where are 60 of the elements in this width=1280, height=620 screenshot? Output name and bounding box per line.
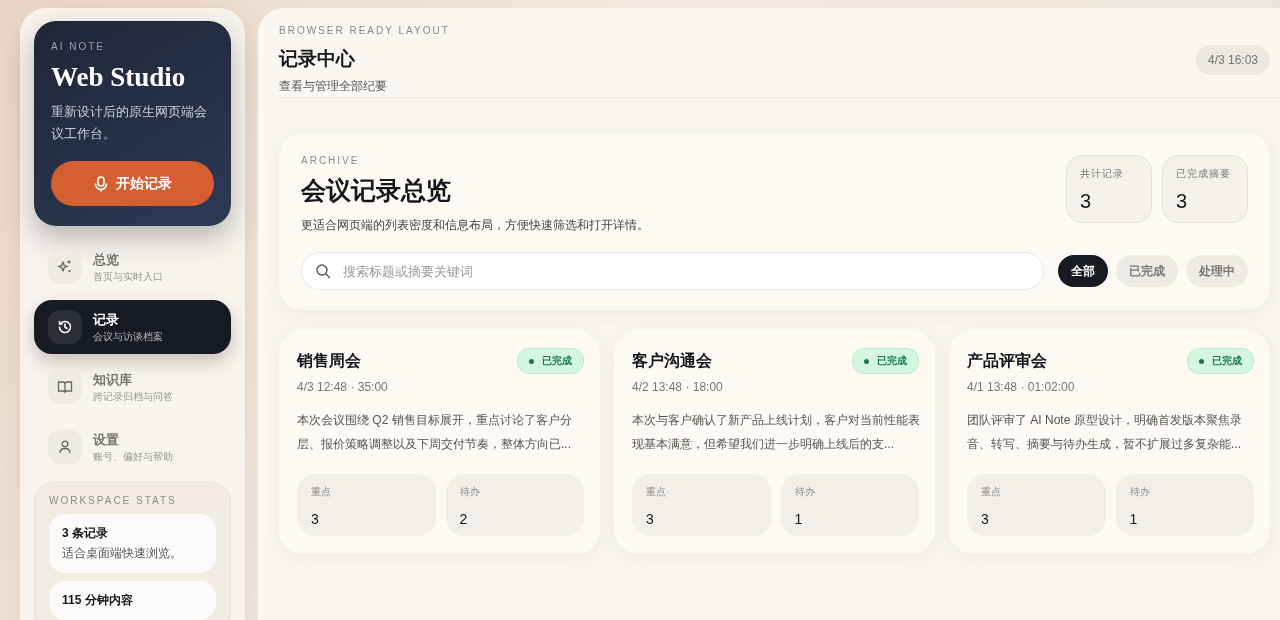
record-summary: 本次会议围绕 Q2 销售目标展开，重点讨论了客户分层、报价策略调整以及下周交付节奏，整体方向已... [297, 412, 573, 453]
header-eyebrow: BROWSER READY LAYOUT [279, 25, 450, 36]
nav-item[interactable]: 设置 账号、偏好与帮助 [34, 420, 231, 474]
record-card[interactable]: 产品评审会 已完成 4/1 13:48 · 01:02:00 团队评审了 AI Note 原型设计，明确首发版本聚焦录音、转写、摘要与待办生成，暂不扩展过多复杂能... 重点 3 待办 1 [949, 330, 1270, 554]
metric-label: 待办 [794, 485, 816, 499]
history-icon [57, 319, 73, 335]
record-meta: 4/3 12:48 · 35:00 [297, 380, 389, 394]
search-field[interactable]: 搜索标题或摘要关键词 [301, 252, 1044, 290]
record-meta: 4/1 13:48 · 01:02:00 [967, 380, 1076, 394]
metric-value: 1 [794, 511, 804, 527]
filter-chip[interactable]: 已完成 [1116, 255, 1178, 287]
filter-chip[interactable]: 全部 [1058, 255, 1108, 287]
page-subtitle: 查看与管理全部纪要 [279, 78, 388, 95]
page-title: 记录中心 [279, 47, 356, 71]
record-title: 客户沟通会 [632, 350, 712, 371]
metric-value: 3 [311, 511, 320, 527]
record-summary: 团队评审了 AI Note 原型设计，明确首发版本聚焦录音、转写、摘要与待办生成，暂不扩展过多复杂能... [967, 412, 1243, 453]
record-card[interactable]: 客户沟通会 已完成 4/2 13:48 · 18:00 本次与客户确认了新产品上线计划，客户对当前性能表现基本满意，但希望我们进一步明确上线后的支... 重点 3 待办 1 [614, 330, 935, 554]
metric-label: 待办 [1129, 485, 1151, 499]
metric-label: 重点 [311, 485, 332, 499]
status-badge: 已完成 [1187, 348, 1254, 374]
microphone-icon [93, 175, 108, 192]
overview-title: 会议记录总览 [301, 175, 452, 206]
overview-eyebrow: ARCHIVE [301, 155, 361, 166]
record-meta: 4/2 13:48 · 18:00 [632, 380, 724, 394]
metric-value: 3 [646, 511, 655, 527]
time-badge: 4/3 16:03 [1195, 45, 1270, 75]
metric-label: 待办 [459, 485, 481, 499]
stat-note: 适合桌面端快速浏览。 [62, 545, 183, 562]
user-icon [57, 439, 73, 455]
record-card[interactable]: 销售周会 已完成 4/3 12:48 · 35:00 本次会议围绕 Q2 销售目标展开，重点讨论了客户分层、报价策略调整以及下周交付节奏，整体方向已... 重点 3 待办 2 [279, 330, 600, 554]
stat-value: 3 条记录 [62, 525, 109, 542]
stat-value: 115 分钟内容 [62, 592, 134, 609]
book-icon [57, 379, 73, 395]
brand-eyebrow: AI NOTE [51, 41, 106, 52]
counter-label: 共计记录 [1080, 167, 1125, 181]
nav-item[interactable]: 总览 首页与实时入口 [34, 240, 231, 294]
status-badge: 已完成 [852, 348, 919, 374]
start-recording-button[interactable]: 开始记录 [51, 161, 214, 206]
nav-item[interactable]: 记录 会议与访谈档案 [34, 300, 231, 354]
counter-value: 3 [1080, 190, 1093, 213]
sparkle-icon [57, 259, 73, 275]
record-title: 销售周会 [297, 350, 361, 371]
counter-label: 已完成摘要 [1176, 167, 1232, 181]
status-badge: 已完成 [517, 348, 584, 374]
metric-value: 1 [1129, 511, 1139, 527]
stats-title: WORKSPACE STATS [49, 495, 178, 506]
search-icon [315, 263, 331, 279]
record-summary: 本次与客户确认了新产品上线计划，客户对当前性能表现基本满意，但希望我们进一步明确上线后的支... [632, 412, 921, 453]
metric-value: 2 [459, 511, 469, 527]
overview-description: 更适合网页端的列表密度和信息布局，方便快速筛选和打开详情。 [301, 217, 649, 234]
metric-label: 重点 [981, 485, 1002, 499]
metric-value: 3 [981, 511, 990, 527]
counter-value: 3 [1176, 190, 1189, 213]
brand-description: 重新设计后的原生网页端会议工作台。 [51, 104, 208, 143]
metric-label: 重点 [646, 485, 667, 499]
filter-chip[interactable]: 处理中 [1186, 255, 1248, 287]
record-title: 产品评审会 [967, 350, 1047, 371]
brand-title: Web Studio [51, 62, 187, 93]
nav-item[interactable]: 知识库 跨记录归档与问答 [34, 360, 231, 414]
